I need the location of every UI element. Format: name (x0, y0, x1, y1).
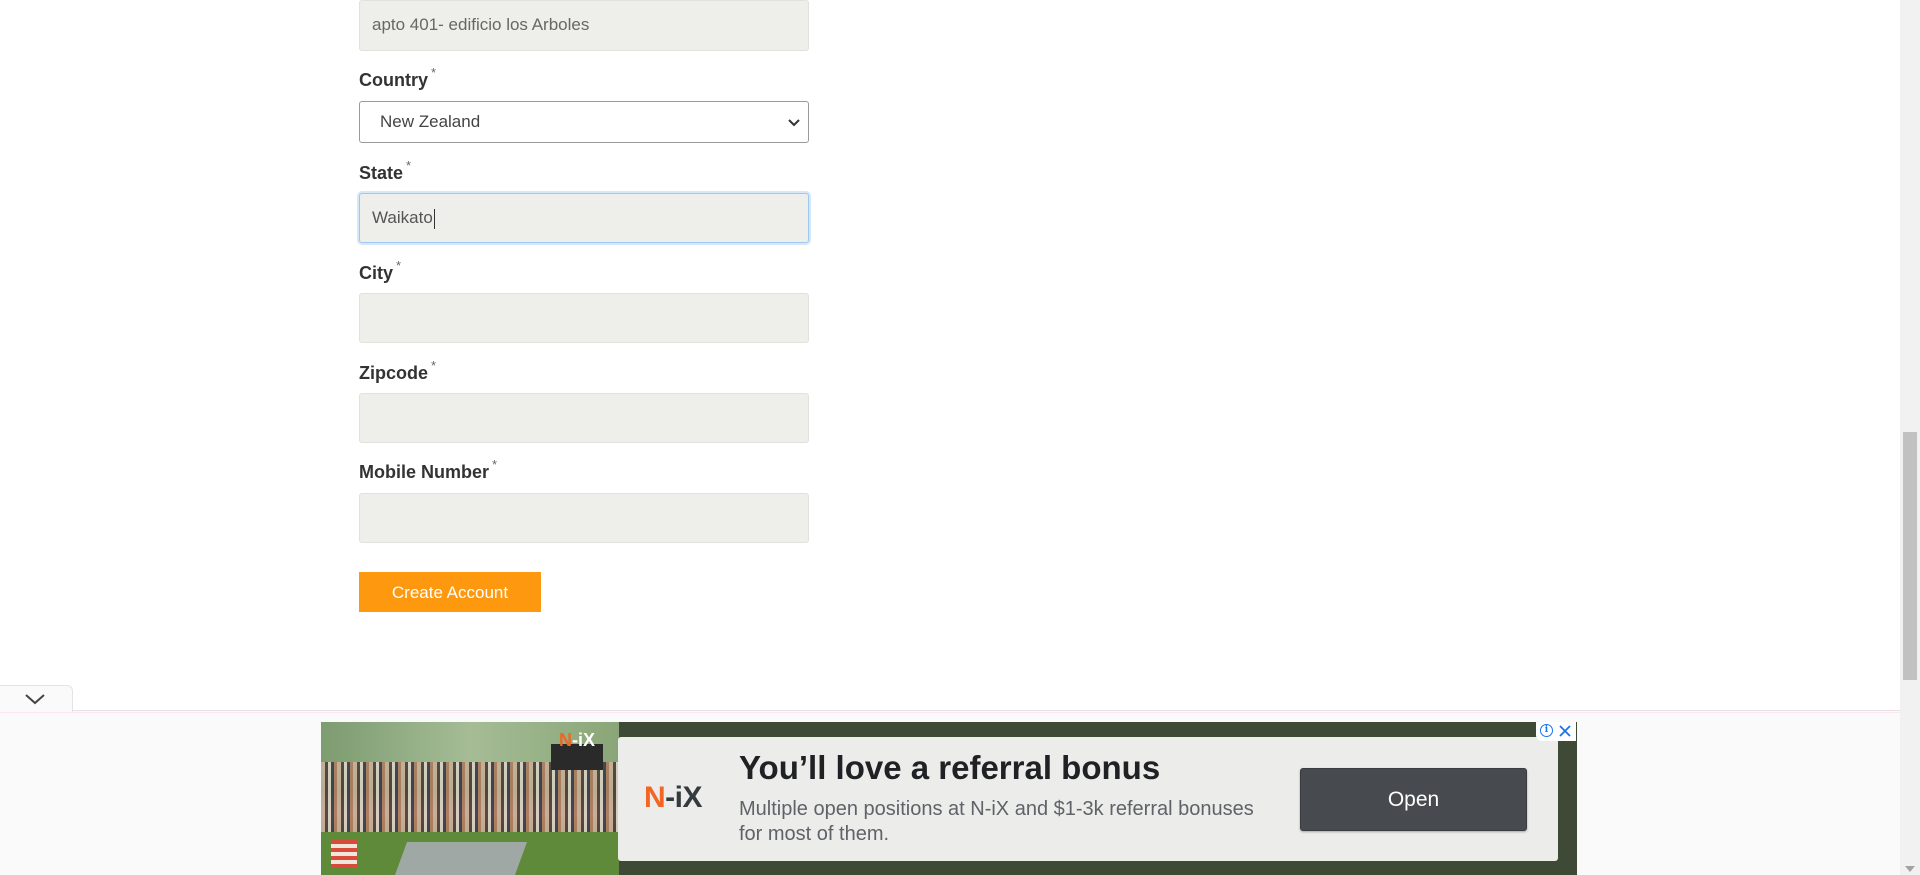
vertical-scrollbar[interactable] (1900, 0, 1920, 875)
country-label-text: Country (359, 70, 428, 90)
zipcode-required-mark: * (431, 358, 437, 373)
chevron-down-icon (25, 694, 45, 705)
country-select[interactable]: New Zealand (359, 101, 809, 143)
city-label: City * (359, 258, 401, 284)
mobile-label: Mobile Number * (359, 457, 497, 483)
mobile-number-input[interactable] (359, 493, 809, 543)
address2-input[interactable]: apto 401- edificio los Arboles (359, 0, 809, 51)
zipcode-label: Zipcode * (359, 358, 436, 384)
anchor-divider (0, 712, 1900, 713)
country-label: Country * (359, 65, 436, 91)
state-required-mark: * (406, 158, 412, 173)
ad-headline: You’ll love a referral bonus (739, 749, 1161, 786)
ad-brand-logo: N-iX (644, 781, 703, 814)
country-required-mark: * (431, 65, 437, 80)
ad-banner[interactable]: N-iX N-iX You’ll love a referral bonus M… (321, 722, 1577, 875)
address2-value: apto 401- edificio los Arboles (372, 15, 590, 34)
ad-body-text: Multiple open positions at N-iX and $1-3… (739, 798, 1254, 845)
zipcode-label-text: Zipcode (359, 363, 429, 383)
city-input[interactable] (359, 293, 809, 343)
ad-open-button[interactable]: Open (1300, 768, 1527, 831)
ad-choices: i (1536, 722, 1576, 741)
ad-info-icon[interactable]: i (1540, 724, 1553, 737)
state-value: Waikato (372, 208, 433, 227)
mobile-label-text: Mobile Number (359, 462, 490, 482)
zipcode-input[interactable] (359, 393, 809, 443)
scroll-down-arrow-icon[interactable] (1905, 866, 1915, 872)
city-required-mark: * (396, 258, 402, 273)
country-selected-value: New Zealand (380, 112, 481, 131)
scrollbar-thumb[interactable] (1903, 432, 1917, 680)
ad-close-icon[interactable] (1558, 724, 1572, 738)
chevron-down-icon (788, 119, 800, 127)
ad-photo: N-iX (321, 722, 619, 875)
mobile-required-mark: * (492, 457, 498, 472)
city-label-text: City (359, 263, 394, 283)
page: apto 401- edificio los Arboles Country * … (0, 0, 1920, 875)
ad-card[interactable]: N-iX You’ll love a referral bonus Multip… (618, 737, 1558, 861)
state-label: State * (359, 158, 411, 184)
create-account-button[interactable]: Create Account (359, 572, 541, 612)
collapse-ad-tab[interactable] (0, 685, 73, 712)
state-label-text: State (359, 163, 404, 183)
text-caret (433, 208, 435, 229)
ad-photo-logo: N-iX (559, 730, 596, 750)
state-input[interactable]: Waikato (359, 193, 809, 243)
